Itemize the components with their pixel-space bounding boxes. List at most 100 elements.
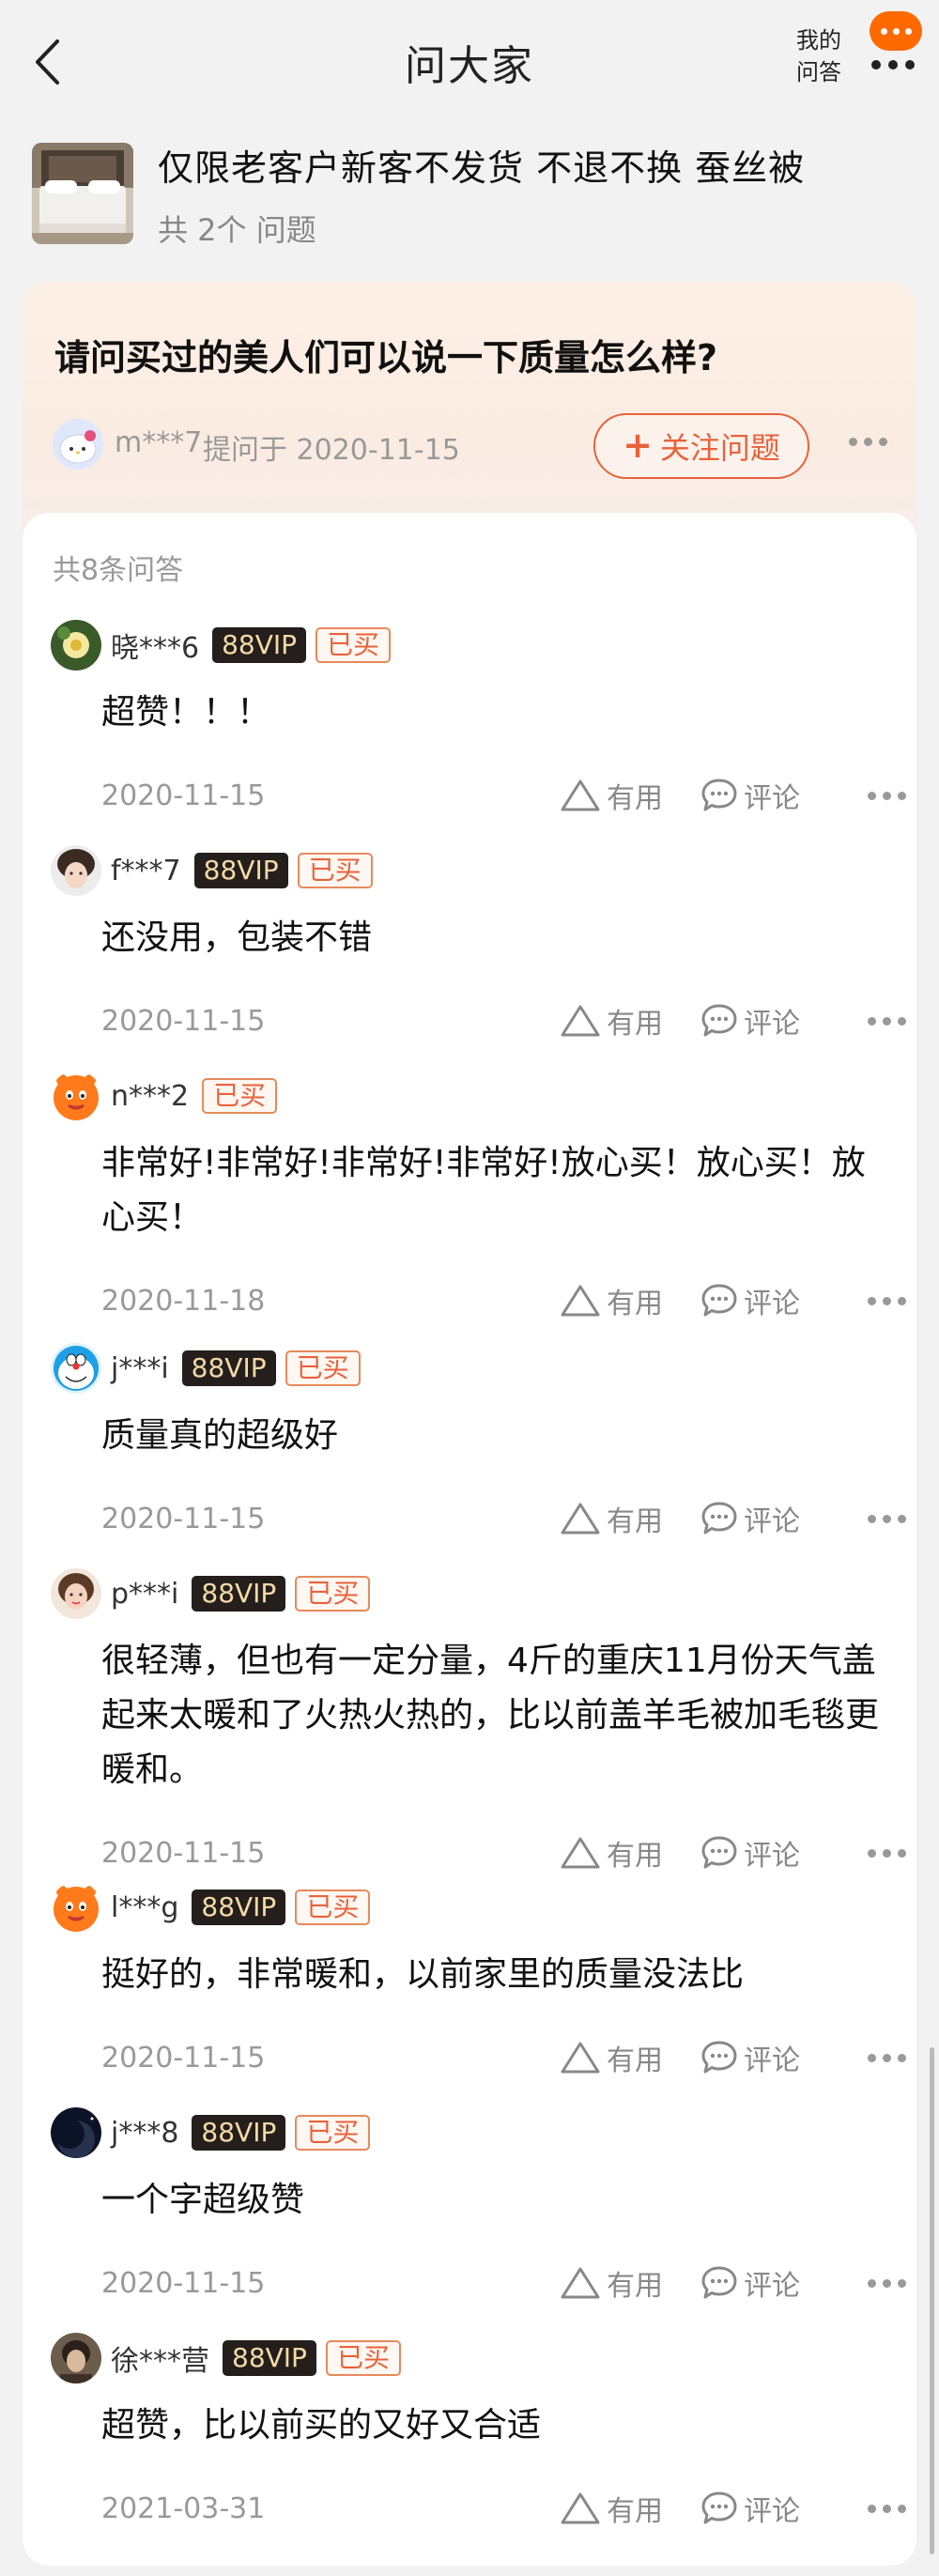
answer-username[interactable]: l***g <box>111 1891 178 1924</box>
useful-button[interactable]: 有用 <box>560 1498 700 1539</box>
answer-text: 非常好!非常好!非常好!非常好!放心买！放心买！放心买！ <box>101 1144 866 1237</box>
scrollbar[interactable] <box>930 2047 934 2554</box>
comment-label: 评论 <box>744 782 800 815</box>
answer-avatar[interactable] <box>51 1568 101 1619</box>
useful-label: 有用 <box>607 2495 663 2528</box>
answer-text: 还没用，包装不错 <box>101 918 373 957</box>
bought-badge: 已买 <box>295 1576 371 1612</box>
answer-avatar[interactable] <box>51 845 101 896</box>
answer-avatar[interactable] <box>51 2333 101 2383</box>
vip-badge: 88VIP <box>192 1890 286 1925</box>
answer-item: f***7 88VIP 已买 还没用，包装不错 2020-11-15 有用 评论 <box>23 845 916 1044</box>
question-more-icon[interactable] <box>849 438 887 446</box>
answer-user-row: j***8 88VIP 已买 <box>111 2114 371 2152</box>
answer-avatar[interactable] <box>51 620 101 671</box>
answer-user-row: f***7 88VIP 已买 <box>111 852 373 889</box>
answer-date: 2020-11-15 <box>101 1837 266 1870</box>
useful-button[interactable]: 有用 <box>560 1000 700 1041</box>
answer-more-icon[interactable] <box>868 1848 906 1858</box>
answer-avatar[interactable] <box>51 1071 101 1121</box>
answer-text: 超赞！！！ <box>101 693 271 732</box>
answer-avatar[interactable] <box>51 1343 101 1394</box>
top-bar: 问大家 我的问答 <box>0 0 939 122</box>
useful-button[interactable]: 有用 <box>560 1832 700 1874</box>
answer-date: 2020-11-18 <box>101 1285 266 1318</box>
useful-label: 有用 <box>607 2270 663 2303</box>
plus-icon: + <box>623 424 653 466</box>
answer-more-icon[interactable] <box>868 1296 906 1305</box>
answer-more-icon[interactable] <box>868 2278 906 2288</box>
comment-label: 评论 <box>744 1505 800 1538</box>
answer-item: j***8 88VIP 已买一个字超级赞 2020-11-15 有用 评论 <box>23 2107 916 2306</box>
product-question-count: 共 2个 问题 <box>158 212 316 248</box>
comment-button[interactable]: 评论 <box>700 2262 860 2304</box>
useful-button[interactable]: 有用 <box>560 2037 700 2078</box>
question-title: 请问买过的美人们可以说一下质量怎么样? <box>54 337 718 378</box>
answer-username[interactable]: 徐***营 <box>111 2337 209 2379</box>
answer-actions: 有用 评论 <box>560 1277 906 1324</box>
useful-button[interactable]: 有用 <box>560 1280 700 1321</box>
follow-question-button[interactable]: + 关注问题 <box>593 413 809 479</box>
answer-more-icon[interactable] <box>868 1514 906 1523</box>
vip-badge: 88VIP <box>192 2115 286 2151</box>
product-thumbnail[interactable] <box>32 143 133 244</box>
comment-button[interactable]: 评论 <box>700 1280 860 1321</box>
vip-badge: 88VIP <box>193 853 288 888</box>
useful-button[interactable]: 有用 <box>560 2262 700 2304</box>
answer-date: 2020-11-15 <box>101 779 266 812</box>
comment-icon <box>701 2266 737 2299</box>
more-menu-button[interactable] <box>866 11 926 86</box>
answer-actions: 有用 评论 <box>560 772 906 819</box>
answer-item: n***2 已买非常好!非常好!非常好!非常好!放心买！放心买！放心买！ 2020-… <box>23 1071 916 1324</box>
answer-user-row: n***2 已买 <box>111 1077 278 1115</box>
answer-username[interactable]: p***i <box>111 1578 178 1611</box>
answer-actions: 有用 评论 <box>560 997 906 1044</box>
bought-badge: 已买 <box>295 2115 371 2151</box>
comment-button[interactable]: 评论 <box>700 2488 860 2529</box>
asker-avatar <box>53 419 103 470</box>
comment-button[interactable]: 评论 <box>700 775 860 816</box>
answer-actions: 有用 评论 <box>560 2485 906 2532</box>
answer-username[interactable]: 晓***6 <box>111 625 199 666</box>
answer-text: 一个字超级赞 <box>101 2181 305 2219</box>
answer-more-icon[interactable] <box>868 791 906 800</box>
triangle-icon <box>561 1285 600 1317</box>
comment-button[interactable]: 评论 <box>700 2037 860 2078</box>
triangle-icon <box>561 779 600 811</box>
triangle-icon <box>561 1503 600 1535</box>
vip-badge: 88VIP <box>181 1350 276 1386</box>
comment-button[interactable]: 评论 <box>700 1000 860 1041</box>
product-title[interactable]: 仅限老客户新客不发货 不退不换 蚕丝被 <box>158 139 805 191</box>
useful-button[interactable]: 有用 <box>560 775 700 816</box>
bought-badge: 已买 <box>297 853 373 888</box>
answer-avatar[interactable] <box>51 2107 101 2158</box>
comment-label: 评论 <box>744 1288 800 1320</box>
answer-username[interactable]: j***8 <box>111 2117 178 2150</box>
triangle-icon <box>561 1005 600 1037</box>
answer-username[interactable]: j***i <box>111 1352 169 1385</box>
answer-text: 质量真的超级好 <box>101 1416 339 1455</box>
answer-text: 超赞，比以前买的又好又合适 <box>101 2406 542 2445</box>
comment-button[interactable]: 评论 <box>700 1498 860 1539</box>
useful-label: 有用 <box>607 1840 663 1873</box>
answer-more-icon[interactable] <box>868 1016 906 1026</box>
answer-text: 很轻薄，但也有一定分量，4斤的重庆11月份天气盖起来太暖和了火热火热的，比以前盖… <box>101 1642 880 1789</box>
answer-item: 晓***6 88VIP 已买 超赞！！！ 2020-11-15 有用 评论 <box>23 620 916 819</box>
answer-username[interactable]: n***2 <box>111 1080 189 1113</box>
bought-badge: 已买 <box>202 1078 278 1114</box>
answer-avatar[interactable] <box>51 1882 101 1933</box>
comment-label: 评论 <box>744 1840 800 1873</box>
answer-username[interactable]: f***7 <box>111 855 181 887</box>
answer-actions: 有用 评论 <box>560 1829 906 1876</box>
answer-item: j***i 88VIP 已买 质量真的超级好 2020-11-15 有用 评论 <box>23 1343 916 1542</box>
useful-label: 有用 <box>607 782 663 815</box>
my-qa-button[interactable]: 我的问答 <box>791 24 847 88</box>
answer-date: 2020-11-15 <box>101 2267 266 2300</box>
answer-user-row: j***i 88VIP 已买 <box>111 1350 361 1387</box>
useful-button[interactable]: 有用 <box>560 2488 700 2529</box>
comment-button[interactable]: 评论 <box>700 1832 860 1874</box>
answer-more-icon[interactable] <box>868 2053 906 2062</box>
useful-label: 有用 <box>607 2044 663 2077</box>
answer-more-icon[interactable] <box>868 2504 906 2513</box>
bought-badge: 已买 <box>316 627 392 663</box>
